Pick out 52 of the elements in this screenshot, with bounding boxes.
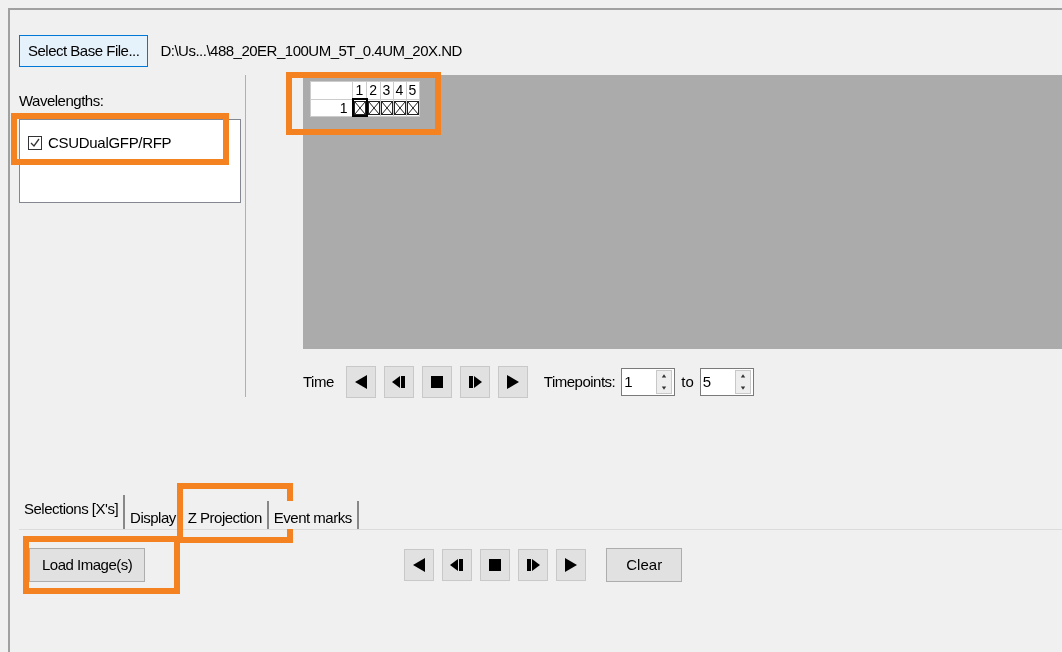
wavelength-item[interactable]: CSUDualGFP/RFP [28,131,240,154]
spin-arrows-icon[interactable] [656,370,673,394]
playback-button[interactable] [459,366,490,398]
grid-cell[interactable] [406,99,419,116]
x-mark-icon [380,100,393,115]
x-mark-icon [353,100,366,115]
field-value: 1 [624,371,634,392]
step-back-icon [449,557,466,573]
file-path: D:\Us...\488_20ER_100UM_5T_0.4UM_20X.ND [160,40,462,61]
play-icon [504,374,521,390]
clear-button[interactable]: Clear [606,548,683,582]
row-header: 1 [310,99,353,116]
column-header: 2 [366,81,380,99]
number-field[interactable]: 5 [699,368,754,396]
x-mark-icon [393,100,406,115]
playback-button[interactable] [497,366,528,398]
timepoints-label: Timepoints: [543,371,616,392]
step-back-icon [390,374,407,390]
selection-grid[interactable]: 1 2 3 4 5 1 [310,81,420,117]
grid-cell[interactable] [380,99,393,116]
playback-button[interactable] [404,549,435,581]
time-label: Time [303,371,334,392]
x-mark-icon [367,100,380,115]
field-value: 5 [702,371,713,392]
x-mark-icon [406,100,419,115]
playback-button[interactable] [421,366,452,398]
playback-button[interactable] [518,549,549,581]
column-header: 3 [380,81,393,99]
wavelengths-label: Wavelengths: [19,91,105,111]
wavelength-list[interactable]: CSUDualGFP/RFP [19,118,241,203]
load-images-button[interactable]: Load Image(s) [29,548,146,582]
grid-cell[interactable] [393,99,406,116]
spin-arrows-icon[interactable] [734,370,751,394]
column-header: 1 [352,81,367,99]
stop-icon [428,374,445,390]
playback-button[interactable] [383,366,414,398]
checkbox[interactable] [28,135,42,150]
column-header: 5 [406,81,419,99]
playback-button[interactable] [556,549,587,581]
number-field[interactable]: 1 [621,368,676,396]
playback-button[interactable] [480,549,511,581]
playback-button[interactable] [345,366,376,398]
grid-cell[interactable] [366,99,380,116]
select-base-file-button[interactable]: Select Base File... [19,35,149,67]
column-header: 4 [393,81,406,99]
play-reverse-icon [411,557,428,573]
stop-icon [487,557,504,573]
step-forward-icon [525,557,542,573]
to-label: to [681,371,694,392]
grid-cell[interactable] [352,99,367,116]
step-forward-icon [466,374,483,390]
playback-button[interactable] [442,549,473,581]
